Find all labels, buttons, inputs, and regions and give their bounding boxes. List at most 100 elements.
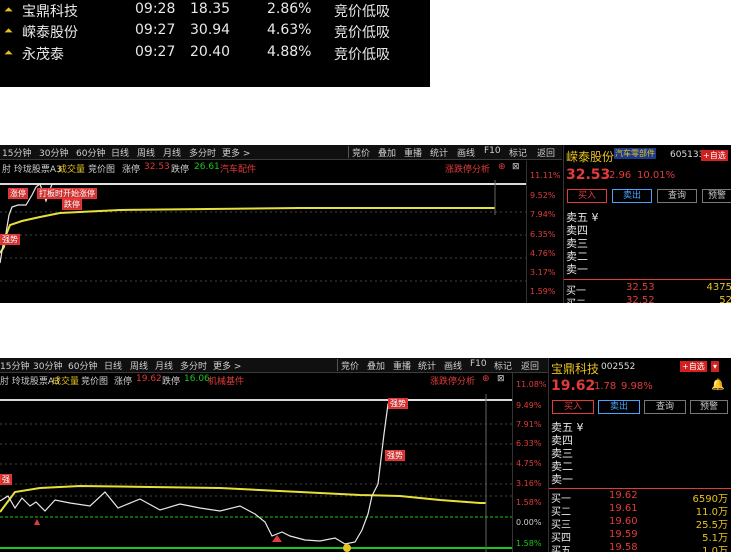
sell-button[interactable]: 卖出	[598, 400, 640, 414]
quote-stock-name: 宝鼎科技	[551, 362, 600, 376]
period-30min[interactable]: 30分钟	[39, 146, 68, 159]
tool-overlay[interactable]: 叠加	[378, 146, 396, 159]
tool-draw[interactable]: 画线	[457, 146, 475, 159]
period-more[interactable]: 更多 >	[222, 146, 250, 159]
bid-price: 19.60	[609, 516, 638, 527]
axis-tick: 6.35%	[530, 230, 556, 239]
limit-analysis-link[interactable]: 涨跌停分析	[445, 162, 490, 175]
tool-auction[interactable]: 竞价	[352, 146, 370, 159]
bid-row[interactable]: 买二 32.52 52	[566, 295, 731, 303]
period-more[interactable]: 更多 >	[213, 359, 241, 372]
bid-row[interactable]: 买一 19.62 6590万	[551, 490, 728, 505]
settings-icon[interactable]: ⊕	[482, 374, 490, 384]
tool-mark[interactable]: 标记	[509, 146, 527, 159]
add-watchlist-button[interactable]: +自选	[680, 361, 707, 372]
bid-row[interactable]: 买一 32.53 4375	[566, 282, 731, 297]
query-button[interactable]: 查询	[657, 189, 697, 203]
stock-name: 宝鼎科技	[22, 4, 78, 20]
tool-replay[interactable]: 重播	[404, 146, 422, 159]
limit-up-price: 19.62	[136, 374, 162, 384]
period-60min[interactable]: 60分钟	[68, 359, 97, 372]
tool-overlay[interactable]: 叠加	[367, 359, 385, 372]
limit-up-annotation[interactable]: 涨停	[8, 188, 28, 199]
period-week[interactable]: 周线	[130, 359, 148, 372]
alert-button[interactable]: 预警	[690, 400, 728, 414]
strong-annotation[interactable]: 强势	[0, 234, 20, 245]
volume-label[interactable]: 成交量	[58, 162, 85, 175]
period-30min[interactable]: 30分钟	[33, 359, 62, 372]
quote-sector-tag[interactable]: 汽车零部件	[614, 148, 656, 159]
indicator-name: 肘 玲珑股票A3	[2, 165, 62, 175]
quote-pct: 9.98%	[621, 381, 653, 392]
tool-back[interactable]: 返回	[537, 146, 555, 159]
divider	[348, 146, 349, 158]
alert-type: 竞价低吸	[334, 25, 390, 41]
period-day[interactable]: 日线	[111, 146, 129, 159]
period-60min[interactable]: 60分钟	[76, 146, 105, 159]
period-week[interactable]: 周线	[137, 146, 155, 159]
period-15min[interactable]: 15分钟	[2, 146, 31, 159]
list-item[interactable]: ⏶ 嵘泰股份 09:27 30.94 4.63% 竞价低吸	[0, 21, 430, 43]
add-watchlist-button[interactable]: +自选	[701, 150, 728, 161]
tool-replay[interactable]: 重播	[393, 359, 411, 372]
period-month[interactable]: 月线	[163, 146, 181, 159]
tool-draw[interactable]: 画线	[444, 359, 462, 372]
limit-down-annotation[interactable]: 跌停	[62, 199, 82, 210]
period-multi[interactable]: 多分时	[189, 146, 216, 159]
sector-name[interactable]: 汽车配件	[220, 162, 256, 175]
bid-row[interactable]: 买五 19.58 1.0万	[551, 542, 728, 552]
tool-auction[interactable]: 竞价	[341, 359, 359, 372]
tool-back[interactable]: 返回	[521, 359, 539, 372]
price-chart-1[interactable]: 涨停 打板时开始涨停 跌停 强势	[0, 175, 526, 303]
bid-row[interactable]: 买四 19.59 5.1万	[551, 529, 728, 544]
period-15min[interactable]: 15分钟	[0, 359, 29, 372]
bid-price: 32.52	[626, 295, 655, 303]
bid-label: 买二	[566, 295, 586, 303]
list-item[interactable]: ⏶ 宝鼎科技 09:28 18.35 2.86% 竞价低吸	[0, 0, 430, 22]
list-item[interactable]: ⏶ 永茂泰 09:27 20.40 4.88% 竞价低吸	[0, 43, 430, 65]
close-icon[interactable]: ⊠	[497, 374, 505, 384]
divider	[549, 488, 731, 489]
bid-price: 19.62	[609, 490, 638, 501]
query-button[interactable]: 查询	[644, 400, 686, 414]
dropdown-icon[interactable]: ▾	[711, 361, 720, 372]
ask-book: 卖五 ¥ 卖四 卖三 卖二 卖一	[566, 211, 599, 276]
axis-tick: 4.75%	[516, 459, 542, 468]
quote-panel-1: 嵘泰股份 汽车零部件 605133 +自选 32.53 2.96 10.01% …	[563, 145, 731, 303]
ask-label: 卖一	[566, 263, 588, 276]
bid-row[interactable]: 买二 19.61 11.0万	[551, 503, 728, 518]
ask-label: 卖三	[566, 237, 588, 250]
period-month[interactable]: 月线	[155, 359, 173, 372]
period-day[interactable]: 日线	[104, 359, 122, 372]
alert-pct: 4.88%	[267, 44, 312, 60]
settings-icon[interactable]: ⊕	[498, 162, 506, 172]
auction-chart-label[interactable]: 竞价图	[88, 162, 115, 175]
alert-time: 09:27	[135, 44, 176, 60]
tool-stats[interactable]: 统计	[430, 146, 448, 159]
axis-tick: 0.00%	[516, 518, 542, 527]
tool-f10[interactable]: F10	[470, 359, 487, 369]
bid-row[interactable]: 买三 19.60 25.5万	[551, 516, 728, 531]
alert-button[interactable]: 预警	[702, 189, 731, 203]
sell-button[interactable]: 卖出	[612, 189, 652, 203]
ask-label: 卖二	[551, 460, 573, 473]
bell-icon[interactable]: 🔔	[711, 378, 725, 391]
quote-code: 605133	[670, 150, 705, 160]
ask-label: 卖五	[566, 211, 588, 224]
tool-mark[interactable]: 标记	[494, 359, 512, 372]
buy-button[interactable]: 买入	[567, 189, 607, 203]
alert-pct: 4.63%	[267, 22, 312, 38]
board-annotation[interactable]: 打板时开始涨停	[37, 188, 97, 199]
strong-annotation[interactable]: 强	[0, 474, 12, 485]
strong-annotation[interactable]: 强势	[385, 450, 405, 461]
bid-price: 19.58	[609, 542, 638, 552]
strong-annotation[interactable]: 强势	[388, 398, 408, 409]
tool-f10[interactable]: F10	[484, 146, 501, 156]
price-chart-2[interactable]: 强势 强势 强	[0, 386, 512, 552]
pct-axis-1: 11.11% 9.52% 7.94% 6.35% 4.76% 3.17% 1.5…	[526, 161, 562, 303]
tool-stats[interactable]: 统计	[418, 359, 436, 372]
period-multi[interactable]: 多分时	[180, 359, 207, 372]
buy-button[interactable]: 买入	[552, 400, 594, 414]
close-icon[interactable]: ⊠	[512, 162, 520, 172]
rise-icon: ⏶	[4, 46, 13, 59]
